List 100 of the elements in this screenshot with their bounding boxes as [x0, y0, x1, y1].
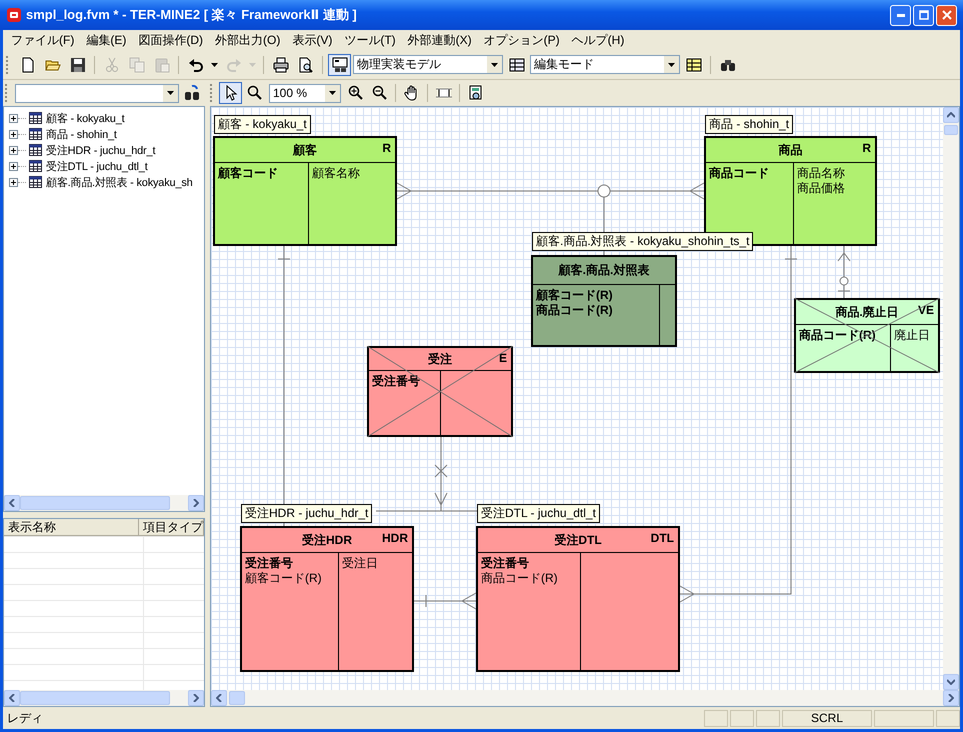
chevron-up-icon	[947, 112, 955, 118]
tree-item[interactable]: 商品 - shohin_t	[46, 126, 117, 142]
caret-icon	[491, 62, 498, 66]
caret-icon	[329, 91, 336, 95]
expander-icon[interactable]	[9, 178, 18, 186]
entity-box[interactable]: 受注DTL DTL 受注番号 商品コード(R)	[476, 526, 680, 672]
attribute: 顧客名称	[312, 166, 360, 181]
menu-item[interactable]: 表示(V)	[286, 32, 338, 48]
entity-label: 受注HDR - juchu_hdr_t	[241, 504, 372, 523]
entity-box[interactable]: 受注 E 受注番号	[367, 346, 513, 437]
undo-icon	[188, 56, 204, 72]
chevron-down-icon	[947, 679, 955, 685]
scroll-right-button[interactable]	[943, 690, 959, 706]
expander-icon[interactable]	[9, 146, 18, 154]
hand-icon	[404, 85, 420, 101]
maximize-button[interactable]	[913, 4, 934, 26]
zoom-out-icon	[372, 85, 388, 101]
entity-label: 顧客.商品.対照表 - kokyaku_shohin_ts_t	[532, 232, 754, 251]
scroll-right-button[interactable]	[188, 690, 204, 706]
table-icon	[508, 56, 524, 72]
entity-tag: DTL	[650, 531, 674, 545]
entity-name: 顧客.商品.対照表	[558, 262, 650, 279]
zoom-in-icon	[348, 85, 364, 101]
entity-box[interactable]: 受注HDR HDR 受注番号 顧客コード(R) 受注日	[240, 526, 414, 672]
entity-box[interactable]: 顧客 R 顧客コード 顧客名称	[213, 136, 397, 246]
status-message: レディ	[6, 710, 44, 726]
table-icon	[686, 56, 702, 72]
image-export-icon	[468, 85, 484, 101]
dropdown[interactable]: 物理実装モデル	[353, 55, 503, 74]
scissors-icon	[104, 56, 120, 72]
print-preview-icon	[298, 56, 314, 72]
chevron-right-icon	[948, 694, 954, 702]
attribute: 商品コード(R)	[481, 571, 558, 586]
expander-icon[interactable]	[9, 162, 18, 170]
window-title: smpl_log.fvm * - TER-MINE2 [ 楽々 FrameworkⅡ 連動 ]	[26, 6, 358, 24]
menu-item[interactable]: 外部出力(O)	[209, 32, 286, 48]
table-icon	[29, 144, 42, 156]
chevron-right-icon	[193, 694, 199, 702]
scroll-thumb[interactable]	[20, 691, 170, 705]
binoculars-icon	[184, 85, 200, 101]
search-icon	[246, 85, 262, 101]
tree-item[interactable]: 受注HDR - juchu_hdr_t	[46, 142, 156, 158]
entity-name: 受注HDR	[302, 532, 352, 548]
table-icon	[29, 112, 42, 124]
status-pane	[936, 710, 960, 726]
scroll-left-button[interactable]	[4, 495, 20, 511]
attribute: 商品価格	[797, 181, 845, 196]
scroll-right-button[interactable]	[188, 495, 204, 511]
key-attribute: 受注番号	[372, 374, 420, 389]
clipboard-icon	[154, 56, 170, 72]
entity-name: 商品	[778, 142, 802, 158]
expander-icon[interactable]	[9, 114, 18, 122]
tree-item[interactable]: 顧客 - kokyaku_t	[46, 110, 125, 126]
zoom-dropdown[interactable]: 100 %	[269, 84, 341, 102]
menu-item[interactable]: ファイル(F)	[5, 32, 80, 48]
table-icon	[29, 160, 42, 172]
menu-item[interactable]: オプション(P)	[478, 32, 566, 48]
redo-icon	[226, 56, 242, 72]
scroll-left-button[interactable]	[4, 690, 20, 706]
entity-box[interactable]: 顧客.商品.対照表 顧客コード(R) 商品コード(R)	[531, 255, 677, 347]
table-icon	[29, 128, 42, 140]
menu-item[interactable]: 編集(E)	[80, 32, 132, 48]
chevron-left-icon	[216, 694, 222, 702]
minimize-button[interactable]	[890, 4, 911, 26]
expander-icon[interactable]	[9, 130, 18, 138]
key-attribute: 顧客コード(R)	[536, 288, 613, 303]
menu-item[interactable]: 外部連動(X)	[402, 32, 478, 48]
menu-item[interactable]: 図面操作(D)	[132, 32, 209, 48]
scroll-thumb[interactable]	[229, 691, 245, 705]
status-indicator: SCRL	[782, 710, 872, 726]
caret-icon	[249, 62, 256, 66]
minimize-icon	[896, 14, 904, 16]
attribute: 廃止日	[894, 328, 930, 343]
status-pane	[704, 710, 728, 726]
menu-item[interactable]: ツール(T)	[338, 32, 402, 48]
scroll-thumb[interactable]	[20, 496, 170, 510]
caret-icon	[668, 62, 675, 66]
status-pane	[756, 710, 780, 726]
status-pane	[874, 710, 934, 726]
tree-item[interactable]: 受注DTL - juchu_dtl_t	[46, 158, 148, 174]
key-attribute: 受注番号	[245, 556, 293, 571]
status-pane	[730, 710, 754, 726]
entity-name: 商品.廃止日	[835, 304, 899, 320]
scroll-left-button[interactable]	[211, 690, 227, 706]
menu-item[interactable]: ヘルプ(H)	[566, 32, 630, 48]
entity-name: 受注DTL	[554, 532, 602, 548]
column-header[interactable]: 項目タイプ	[139, 519, 204, 535]
column-header[interactable]: 表示名称	[4, 519, 139, 535]
pointer-button[interactable]	[219, 82, 242, 104]
printer-icon	[272, 56, 288, 72]
key-attribute: 商品コード(R)	[536, 303, 613, 318]
scroll-up-button[interactable]	[943, 107, 959, 123]
close-button[interactable]	[936, 4, 957, 26]
diagram-button[interactable]	[328, 54, 351, 76]
caret-icon	[166, 91, 174, 95]
copy-icon	[128, 56, 144, 72]
scroll-down-button[interactable]	[943, 674, 959, 690]
dropdown[interactable]: 編集モード	[530, 55, 680, 74]
scroll-thumb[interactable]	[944, 125, 958, 135]
tree-item[interactable]: 顧客.商品.対照表 - kokyaku_sh	[46, 174, 193, 190]
